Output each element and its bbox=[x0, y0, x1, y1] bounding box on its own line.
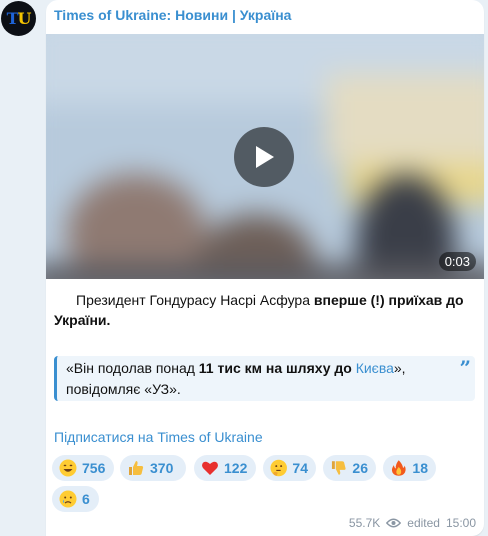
reaction-thumbs-down[interactable]: 26 bbox=[323, 455, 376, 481]
thumbs-up-icon bbox=[129, 461, 144, 475]
reaction-heart[interactable]: 122 bbox=[194, 455, 256, 481]
reaction-count: 74 bbox=[292, 460, 308, 476]
quote-text-open: «Він подолав понад bbox=[66, 360, 199, 376]
view-count: 55.7K bbox=[348, 516, 381, 530]
message-bubble: Times of Ukraine: Новини | Україна 0:03 … bbox=[46, 0, 484, 536]
channel-title[interactable]: Times of Ukraine: Новини | Україна bbox=[54, 7, 291, 23]
avatar-letter-u: U bbox=[17, 9, 31, 28]
reaction-crying[interactable]: 6 bbox=[52, 486, 99, 512]
reaction-count: 6 bbox=[82, 491, 90, 507]
caption-text: Президент Гондурасу Насрі Асфура bbox=[76, 292, 314, 308]
video-player[interactable]: 0:03 bbox=[46, 34, 484, 279]
edited-label: edited bbox=[407, 516, 440, 530]
reaction-count: 26 bbox=[352, 460, 368, 476]
video-duration: 0:03 bbox=[438, 252, 476, 271]
channel-avatar[interactable]: TU bbox=[1, 1, 36, 36]
quote-link-kyiv[interactable]: Києва bbox=[356, 360, 394, 376]
quote-mark-icon: ” bbox=[459, 356, 471, 380]
fire-icon bbox=[391, 460, 406, 476]
reaction-thinking[interactable]: 74 bbox=[263, 455, 316, 481]
message-meta: 55.7K edited 15:00 bbox=[349, 516, 476, 530]
reaction-count: 122 bbox=[224, 460, 248, 476]
thinking-face-icon bbox=[270, 459, 287, 477]
grinning-face-icon bbox=[59, 459, 77, 477]
play-icon bbox=[256, 146, 274, 168]
play-button[interactable] bbox=[234, 127, 294, 187]
reaction-count: 370 bbox=[150, 460, 174, 476]
blockquote: «Він подолав понад 11 тис км на шляху до… bbox=[54, 356, 475, 401]
thumbs-down-icon bbox=[331, 461, 346, 475]
reaction-count: 756 bbox=[82, 460, 106, 476]
avatar-letter-t: T bbox=[6, 9, 19, 28]
quote-bold-text: 11 тис км на шляху до bbox=[198, 360, 356, 376]
eye-icon bbox=[386, 518, 402, 528]
subscribe-link[interactable]: Підписатися на Times of Ukraine bbox=[54, 429, 263, 445]
reaction-fire[interactable]: 18 bbox=[383, 455, 436, 481]
reaction-count: 18 bbox=[412, 460, 428, 476]
message-time: 15:00 bbox=[445, 516, 476, 530]
reaction-grinning[interactable]: 756 bbox=[52, 455, 114, 481]
red-heart-icon bbox=[202, 461, 218, 475]
crying-face-icon bbox=[59, 490, 77, 508]
message-caption: Президент Гондурасу Насрі Асфура вперше … bbox=[54, 290, 470, 330]
reaction-thumbs-up[interactable]: 370 bbox=[120, 455, 186, 481]
